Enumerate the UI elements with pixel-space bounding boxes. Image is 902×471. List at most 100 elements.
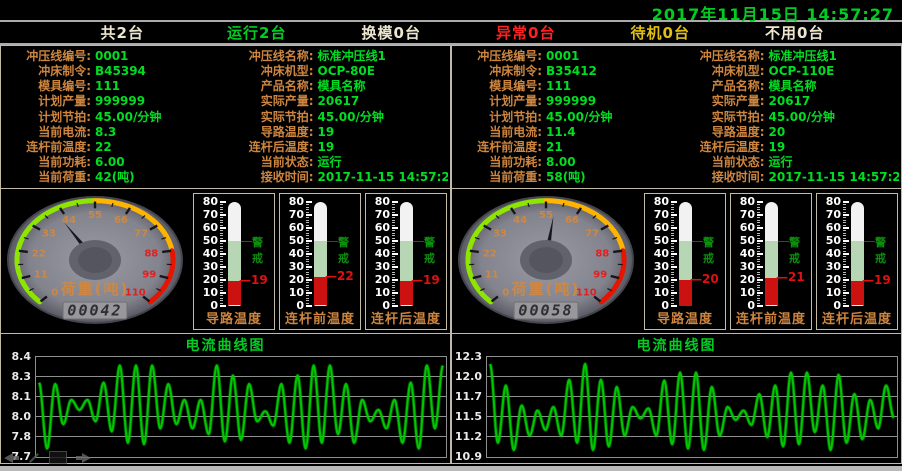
warn-label: 警戒 (875, 234, 897, 266)
info-row: 当前状态: 运行 (226, 155, 449, 170)
gauge-scale-label: 11 (485, 269, 499, 280)
info-row: 冲压线编号: 0001 (3, 49, 226, 64)
back-arrow-icon[interactable] (4, 453, 19, 463)
info-row: 冲压线编号: 0001 (454, 49, 677, 64)
thermo-name: 连杆后温度 (817, 308, 897, 327)
thermometer-连杆后温度: 80706050403020100警戒—19连杆后温度 (816, 193, 898, 330)
info-row: 实际节拍: 45.00/分钟 (677, 110, 900, 125)
thermo-tick-label: 10 (280, 287, 304, 299)
gauge-scale-label: 33 (42, 228, 56, 239)
info-row: 导路温度: 19 (226, 125, 449, 140)
info-field-label: 连杆前温度: (454, 140, 542, 155)
thermo-tick-label: 50 (194, 235, 218, 247)
thermo-tick-label: 30 (194, 261, 218, 273)
info-field-label: 当前功耗: (454, 155, 542, 170)
status-count-label: 换模0台 (362, 24, 421, 42)
info-field-label: 连杆后温度: (226, 140, 314, 155)
info-field-value: 运行 (318, 155, 342, 170)
gauge-scale-label: 77 (585, 228, 599, 239)
current-line-chart: 12.312.011.711.511.210.9 (452, 352, 901, 463)
warn-label: 警戒 (703, 234, 725, 266)
warn-line (413, 241, 424, 242)
thermo-tick-label: 80 (645, 196, 669, 208)
info-row: 当前电流: 11.4 (454, 125, 677, 140)
info-field-label: 连杆前温度: (3, 140, 91, 155)
info-row: 当前状态: 运行 (677, 155, 900, 170)
info-row: 冲床机型: OCP-80E (226, 64, 449, 79)
info-row: 冲床制令: B45394 (3, 64, 226, 79)
gauge-unit-label: 荷重(吨) (61, 280, 130, 298)
info-field-value: 6.00 (95, 155, 125, 170)
thermo-tick-label: 20 (194, 274, 218, 286)
info-field-value: 2017-11-15 14:57:24 (769, 170, 900, 185)
thermo-tick-label: 40 (731, 248, 755, 260)
info-field-value: B45394 (95, 64, 146, 79)
pencil-icon[interactable] (28, 457, 40, 459)
gauge-scale-label: 55 (539, 209, 553, 220)
thermometer-group: 80706050403020100警戒—20导路温度80706050403020… (644, 193, 898, 330)
info-field-label: 计划节拍: (3, 110, 91, 125)
status-count: 换模0台 (324, 22, 459, 43)
info-col-left: 冲压线编号: 0001 冲床制令: B45394 模具编号: 111 计划产量:… (3, 49, 226, 185)
info-section-2: 冲压线编号: 0001 冲床制令: B35412 模具编号: 111 计划产量:… (451, 45, 902, 189)
info-field-label: 实际产量: (226, 94, 314, 109)
titlebar: 2017年11月15日 14:57:27 (0, 0, 902, 22)
warn-label: 警戒 (424, 234, 446, 266)
status-count-label: 待机0台 (631, 24, 690, 42)
status-count: 异常0台 (459, 22, 594, 43)
current-chart-section-1: 电流曲线图 8.48.38.18.07.87.7 (0, 334, 451, 464)
info-field-label: 导路温度: (226, 125, 314, 140)
status-count: 待机0台 (593, 22, 728, 43)
thermo-tick-label: 40 (817, 248, 841, 260)
stop-square-icon[interactable] (49, 451, 67, 464)
hmi-screen: 2017年11月15日 14:57:27 共2台 运行2台 换模0台 异常0台 … (0, 0, 902, 471)
thermo-tick-label: 40 (280, 248, 304, 260)
thermo-tick-label: 70 (817, 209, 841, 221)
info-col-left: 冲压线编号: 0001 冲床制令: B35412 模具编号: 111 计划产量:… (454, 49, 677, 185)
thermo-tick-label: 60 (194, 222, 218, 234)
info-row: 接收时间: 2017-11-15 14:57:24 (677, 170, 900, 185)
info-field-value: 45.00/分钟 (546, 110, 612, 125)
thermo-tick-label: 20 (731, 274, 755, 286)
info-row: 当前功耗: 6.00 (3, 155, 226, 170)
thermo-tick-label: 10 (817, 287, 841, 299)
info-row: 当前荷重: 58(吨) (454, 170, 677, 185)
info-row: 冲床机型: OCP-110E (677, 64, 900, 79)
thermo-tick-label: 30 (280, 261, 304, 273)
thermo-value: —21 (776, 270, 805, 284)
load-gauge: 0112233445566778899110 荷重(吨) 00058 (452, 190, 642, 333)
info-row: 连杆前温度: 21 (454, 140, 677, 155)
info-section-1: 冲压线编号: 0001 冲床制令: B45394 模具编号: 111 计划产量:… (0, 45, 451, 189)
info-field-value: 20617 (769, 94, 811, 109)
current-line-chart: 8.48.38.18.07.87.7 (1, 352, 450, 463)
warn-label: 警戒 (789, 234, 811, 266)
warn-line (778, 241, 789, 242)
thermo-tick-label: 70 (366, 209, 390, 221)
info-field-label: 实际节拍: (677, 110, 765, 125)
forward-arrow-icon[interactable] (76, 453, 91, 463)
info-field-label: 当前状态: (226, 155, 314, 170)
y-axis-tick-label: 11.7 (452, 390, 482, 403)
info-field-value: 111 (546, 79, 571, 94)
warn-line (864, 241, 875, 242)
thermometer-连杆前温度: 80706050403020100警戒—22连杆前温度 (279, 193, 361, 330)
thermo-tick-label: 80 (366, 196, 390, 208)
info-field-label: 计划节拍: (454, 110, 542, 125)
warn-label: 警戒 (252, 234, 274, 266)
info-row: 计划节拍: 45.00/分钟 (3, 110, 226, 125)
thermo-name: 连杆前温度 (280, 308, 360, 327)
info-field-value: 45.00/分钟 (318, 110, 384, 125)
info-field-value: 999999 (95, 94, 145, 109)
y-axis-tick-label: 11.2 (452, 430, 482, 443)
info-field-value: 0001 (95, 49, 128, 64)
thermo-tick-label: 80 (817, 196, 841, 208)
thermo-tube (851, 202, 864, 306)
gauge-scale-label: 33 (493, 228, 507, 239)
info-row: 实际产量: 20617 (677, 94, 900, 109)
thermo-name: 连杆后温度 (366, 308, 446, 327)
status-count-label: 共2台 (101, 24, 144, 42)
info-field-value: 58(吨) (546, 170, 586, 185)
thermo-name: 连杆前温度 (731, 308, 811, 327)
thermo-value: —20 (690, 272, 719, 286)
press-line-panel-2: 冲压线编号: 0001 冲床制令: B35412 模具编号: 111 计划产量:… (451, 45, 902, 464)
